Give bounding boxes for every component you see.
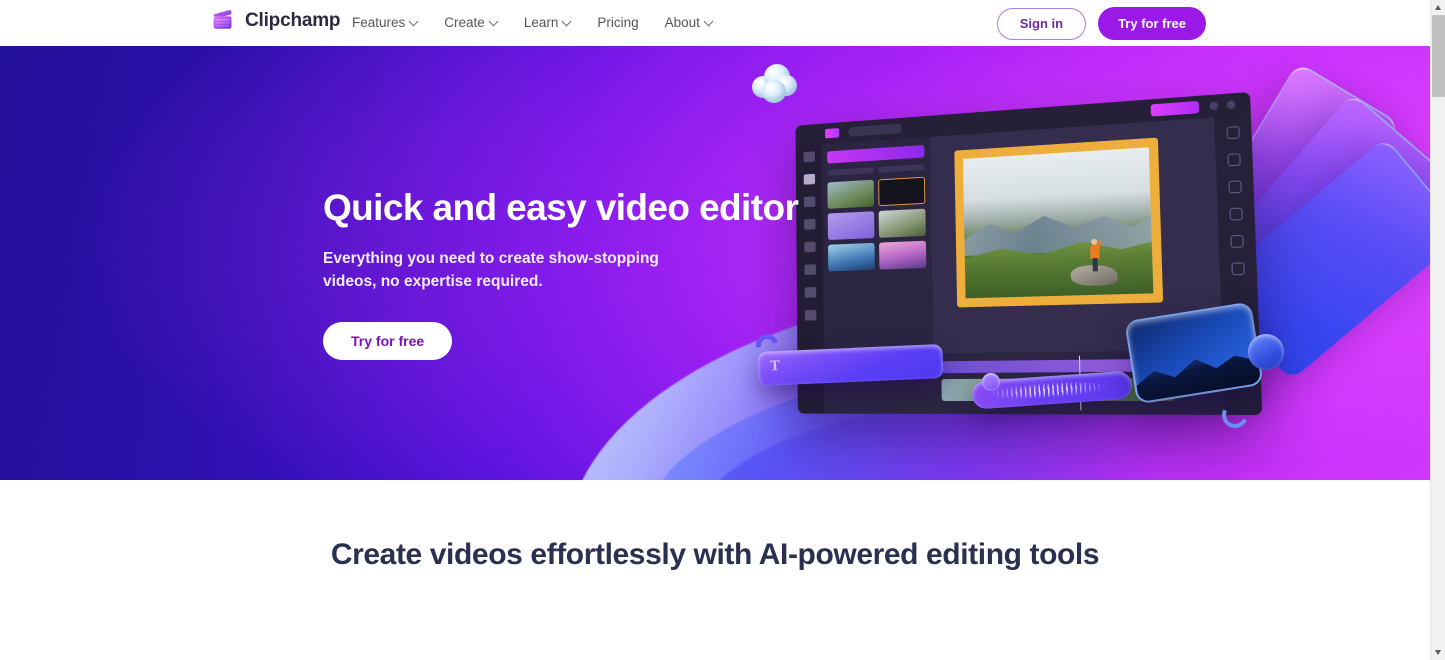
audio-waveform-3d-bar <box>971 370 1133 409</box>
main-navigation: Features Create Learn Pricing About <box>352 0 713 46</box>
color-icon <box>1229 207 1242 220</box>
editor-search-field <box>827 145 924 164</box>
video-icon <box>803 196 814 207</box>
grass-shape <box>964 229 1153 299</box>
features-section: Create videos effortlessly with AI-power… <box>0 480 1430 660</box>
hero-swirl-decoration <box>696 374 1264 480</box>
editor-right-rail <box>1214 115 1262 415</box>
grid-icon <box>803 151 814 162</box>
phone-hook-decoration <box>1218 398 1251 431</box>
chevron-down-icon <box>705 18 713 26</box>
editor-preview-stage <box>930 117 1223 353</box>
editor-topbar-icon <box>1209 102 1218 111</box>
scroll-up-arrow-icon[interactable] <box>1431 0 1445 15</box>
site-header: Clipchamp Features Create Learn Pricing <box>0 0 1430 46</box>
editor-topbar-icon <box>1227 100 1236 109</box>
mountains-shape <box>964 202 1152 256</box>
scrollbar-thumb[interactable] <box>1432 15 1445 97</box>
person-figure <box>1090 239 1100 272</box>
template-icon <box>804 242 815 253</box>
crop-icon <box>1226 126 1239 139</box>
try-for-free-hero-button[interactable]: Try for free <box>323 322 452 360</box>
page-root: Clipchamp Features Create Learn Pricing <box>0 0 1445 660</box>
preview-controls <box>1141 333 1198 342</box>
nav-item-label: Features <box>352 16 405 30</box>
brand-logo-link[interactable]: Clipchamp <box>210 7 340 33</box>
hero-title: Quick and easy video editor <box>323 186 793 230</box>
clipchamp-clapperboard-logo-icon <box>210 7 236 33</box>
preview-video-image <box>963 147 1153 298</box>
nav-item-features[interactable]: Features <box>352 16 418 30</box>
media-thumbnail <box>878 209 926 238</box>
timeline-video-clip <box>941 378 1175 401</box>
brand-name: Clipchamp <box>245 11 340 30</box>
nav-item-label: Learn <box>524 16 559 30</box>
phone-knob-decoration <box>1248 334 1284 370</box>
media-thumbnail <box>828 211 874 240</box>
nav-item-create[interactable]: Create <box>444 16 498 30</box>
media-thumbnail <box>879 241 927 270</box>
cloud-icon <box>752 64 798 104</box>
floating-media-card <box>1209 137 1430 381</box>
nav-item-label: Pricing <box>597 16 638 30</box>
fade-icon <box>1231 262 1245 275</box>
nav-item-learn[interactable]: Learn <box>524 16 572 30</box>
media-thumbnail <box>827 180 873 209</box>
transition-icon <box>804 287 816 298</box>
speed-icon <box>1230 235 1244 248</box>
media-thumbnail <box>828 243 874 272</box>
nav-item-label: Create <box>444 16 485 30</box>
nav-item-pricing[interactable]: Pricing <box>597 16 638 30</box>
timecode-display <box>1154 333 1199 342</box>
audio-waveform-knob <box>982 373 1000 391</box>
adjust-icon <box>1228 180 1241 193</box>
editor-topbar <box>796 92 1251 146</box>
editor-media-grid <box>827 177 926 272</box>
try-for-free-header-button[interactable]: Try for free <box>1098 7 1206 40</box>
folder-icon <box>803 174 814 185</box>
chevron-down-icon <box>410 18 418 26</box>
hero-banner: Quick and easy video editor Everything y… <box>0 46 1430 480</box>
nav-item-label: About <box>665 16 700 30</box>
timeline-audio-clip <box>941 359 1151 373</box>
features-section-heading: Create videos effortlessly with AI-power… <box>0 538 1430 572</box>
music-icon <box>804 219 815 230</box>
nav-item-about[interactable]: About <box>665 16 713 30</box>
editor-logo-icon <box>825 128 839 138</box>
chevron-down-icon <box>563 18 571 26</box>
editor-filter-row <box>827 164 924 176</box>
editor-project-name <box>848 124 902 137</box>
hero-subtitle: Everything you need to create show-stopp… <box>323 248 663 294</box>
browser-viewport: Clipchamp Features Create Learn Pricing <box>0 0 1430 660</box>
floating-media-card <box>1179 62 1400 321</box>
hero-illustration <box>700 46 1430 480</box>
brand-kit-icon <box>804 310 816 321</box>
scroll-down-arrow-icon[interactable] <box>1431 645 1445 660</box>
media-thumbnail-selected <box>878 177 926 206</box>
sign-in-button[interactable]: Sign in <box>997 8 1086 40</box>
phone-3d-card <box>1124 302 1264 405</box>
editor-left-rail <box>796 144 825 413</box>
hero-copy: Quick and easy video editor Everything y… <box>323 186 793 360</box>
filter-icon <box>1227 153 1240 166</box>
floating-media-card <box>1198 92 1430 351</box>
header-actions: Sign in Try for free <box>997 7 1206 40</box>
editor-timeline <box>933 350 1224 415</box>
text-icon <box>804 264 815 275</box>
preview-frame <box>954 138 1163 308</box>
video-editor-mockup <box>796 92 1263 415</box>
timeline-playhead <box>1079 356 1082 411</box>
chevron-down-icon <box>490 18 498 26</box>
editor-export-button <box>1151 101 1200 117</box>
editor-media-panel <box>822 137 935 414</box>
play-icon <box>1141 334 1149 342</box>
vertical-scrollbar[interactable] <box>1430 0 1445 660</box>
rock-shape <box>1071 265 1118 287</box>
